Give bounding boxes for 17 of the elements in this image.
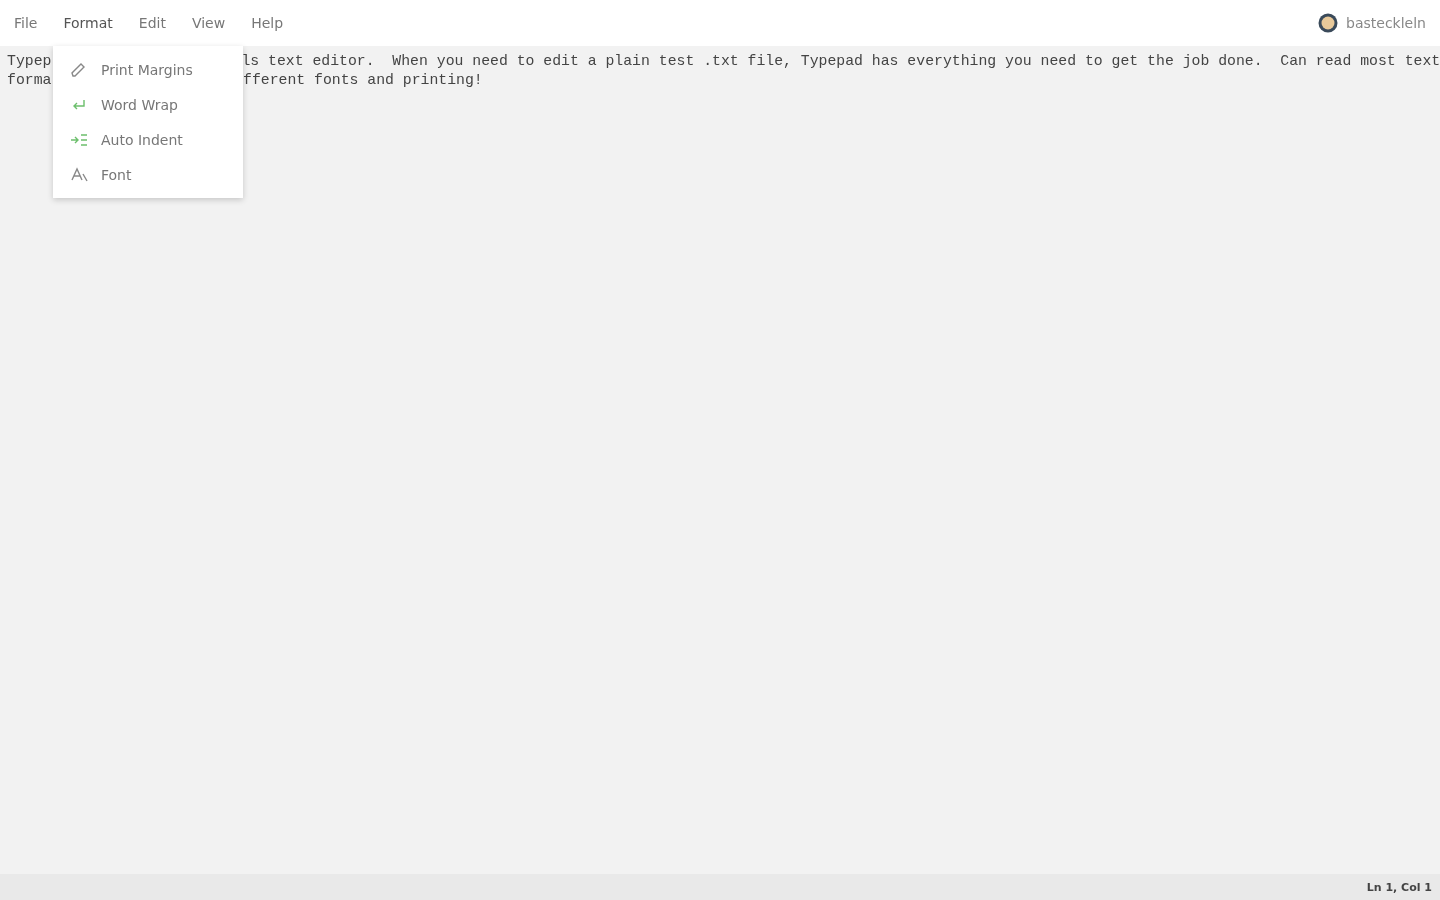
menu-option[interactable]: Auto Indent: [53, 122, 243, 157]
cursor-position: Ln 1, Col 1: [1366, 880, 1432, 894]
menu-item[interactable]: Format: [55, 11, 121, 35]
user-name[interactable]: basteckleln: [1346, 15, 1426, 31]
editor-text: forma: [7, 71, 53, 90]
avatar-icon: [1318, 13, 1339, 33]
font-icon: [69, 165, 89, 184]
editor-text: fferent fonts and printing!: [243, 71, 483, 90]
editor-text: Typep: [7, 52, 52, 71]
menu-item[interactable]: View: [183, 11, 234, 35]
menu-option[interactable]: Font: [53, 157, 243, 192]
menu-item[interactable]: Help: [243, 11, 292, 35]
menu-item[interactable]: File: [6, 11, 46, 35]
editor-text: ls text editor. When you need to edit a plain test .txt file, Typepad has everything you need to get the job done. Can read most text: [241, 52, 1440, 71]
menu-option[interactable]: Word Wrap: [53, 87, 243, 122]
menu-option[interactable]: Print Margins: [53, 52, 243, 87]
menu-item[interactable]: Edit: [130, 11, 174, 35]
